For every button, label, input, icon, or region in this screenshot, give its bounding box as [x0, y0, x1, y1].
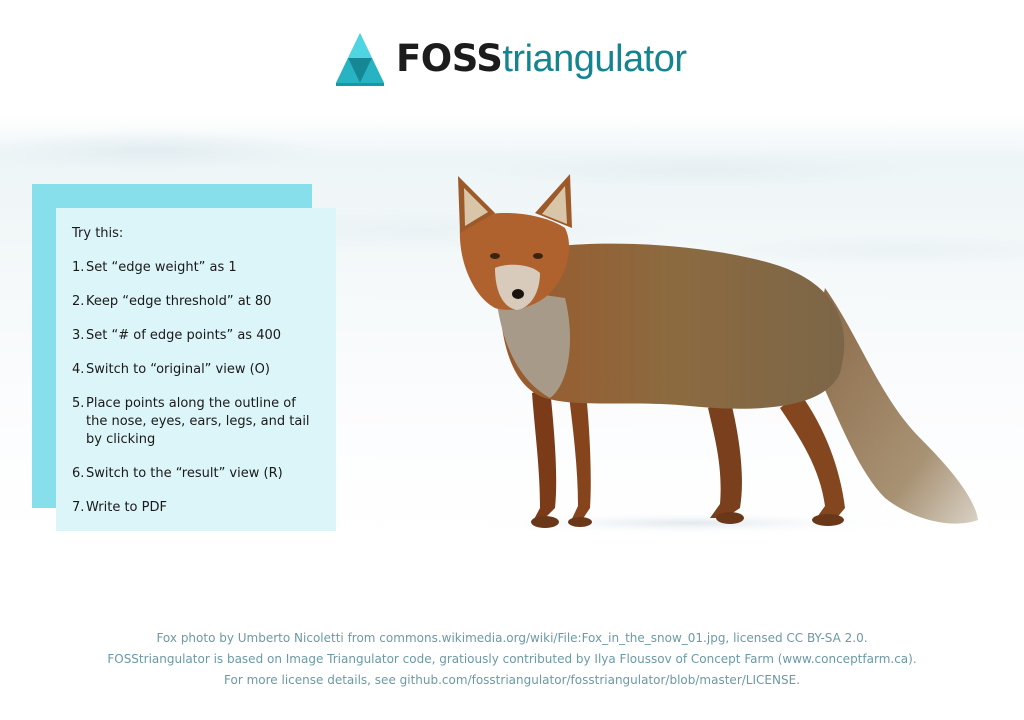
code-credit-text: FOSStriangulator is based on Image Trian… — [107, 652, 917, 666]
logo-triangulator-text: triangulator — [502, 38, 687, 80]
step-number: 7. — [72, 500, 85, 515]
step-text: Set “edge weight” as 1 — [86, 260, 237, 275]
step-number: 2. — [72, 294, 85, 309]
instruction-step: 6. Switch to the “result” view (R) — [72, 465, 320, 483]
step-text: Switch to “original” view (O) — [86, 362, 270, 377]
step-text: Switch to the “result” view (R) — [86, 466, 283, 481]
triangle-logo-icon — [336, 33, 384, 86]
instruction-step: 2. Keep “edge threshold” at 80 — [72, 293, 320, 311]
instructions-list: 1. Set “edge weight” as 1 2. Keep “edge th… — [72, 259, 320, 517]
step-number: 6. — [72, 466, 85, 481]
step-text: Place points along the outline of the no… — [86, 396, 310, 447]
instruction-step: 3. Set “# of edge points” as 400 — [72, 327, 320, 345]
app-logo: FOSStriangulator — [334, 30, 687, 88]
logo-foss-text: FOSS — [396, 37, 503, 80]
instruction-step: 4. Switch to “original” view (O) — [72, 361, 320, 379]
instruction-step: 5. Place points along the outline of the … — [72, 395, 320, 449]
app-wordmark: FOSStriangulator — [396, 40, 687, 78]
step-number: 3. — [72, 328, 85, 343]
license-text: For more license details, see github.com… — [224, 673, 800, 687]
instructions-panel: Try this: 1. Set “edge weight” as 1 2. Kee… — [56, 208, 336, 531]
fox-photo — [458, 174, 978, 535]
instruction-step: 1. Set “edge weight” as 1 — [72, 259, 320, 277]
step-number: 1. — [72, 260, 85, 275]
step-text: Keep “edge threshold” at 80 — [86, 294, 272, 309]
step-text: Set “# of edge points” as 400 — [86, 328, 282, 343]
instruction-step: 7. Write to PDF — [72, 499, 320, 517]
splash-screen: FOSStriangulator Try this: 1. Set “edge … — [0, 0, 1024, 720]
credits-footer: Fox photo by Umberto Nicoletti from comm… — [0, 628, 1024, 691]
step-number: 5. — [72, 396, 85, 411]
step-number: 4. — [72, 362, 85, 377]
photo-credit-text: Fox photo by Umberto Nicoletti from comm… — [156, 631, 868, 645]
instructions-title: Try this: — [72, 226, 124, 241]
step-text: Write to PDF — [86, 500, 167, 515]
